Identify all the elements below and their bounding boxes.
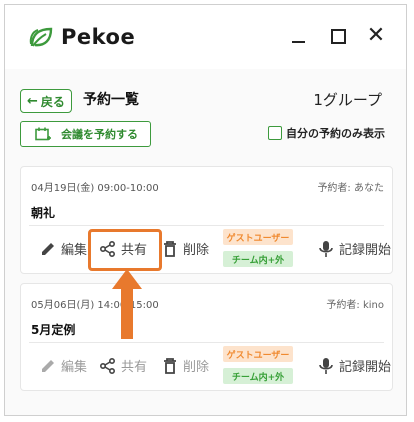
group-count: 1グループ bbox=[313, 91, 382, 109]
edit-label: 編集 bbox=[61, 360, 88, 375]
arrow-up-icon bbox=[112, 269, 142, 339]
calendar-add-icon bbox=[35, 127, 51, 140]
back-button[interactable]: ← 戻る bbox=[20, 89, 72, 113]
close-icon: ✕ bbox=[366, 23, 386, 48]
microphone-icon bbox=[319, 240, 333, 257]
meeting-title: 朝礼 bbox=[31, 206, 56, 220]
own-only-label: 自分の予約のみ表示 bbox=[286, 127, 385, 140]
minimize-icon bbox=[291, 41, 305, 43]
share-icon bbox=[99, 357, 116, 374]
trash-icon bbox=[164, 240, 176, 257]
meeting-card: 05月06日(月) 14:00-15:00 予約者: kino 5月定例 編集 … bbox=[20, 283, 393, 391]
edit-label: 編集 bbox=[61, 243, 88, 258]
leaf-logo-icon bbox=[29, 27, 53, 47]
trash-icon bbox=[164, 357, 176, 374]
delete-button[interactable]: 削除 bbox=[161, 356, 209, 375]
start-recording-label: 記録開始 bbox=[339, 243, 392, 258]
meeting-card: 04月19日(金) 09:00-10:00 予約者: あなた 朝礼 編集 共有 … bbox=[20, 166, 393, 274]
divider bbox=[29, 225, 384, 226]
divider bbox=[29, 342, 384, 343]
arrow-left-icon: ← bbox=[27, 93, 38, 109]
delete-label: 削除 bbox=[183, 360, 210, 375]
pencil-icon bbox=[42, 242, 54, 255]
delete-label: 削除 bbox=[183, 243, 210, 258]
share-button[interactable]: 共有 bbox=[99, 356, 147, 375]
share-button[interactable]: 共有 bbox=[99, 239, 147, 258]
meeting-date: 04月19日(金) 09:00-10:00 bbox=[31, 183, 159, 194]
meeting-owner: 予約者: kino bbox=[326, 300, 384, 311]
microphone-icon bbox=[319, 357, 333, 374]
delete-button[interactable]: 削除 bbox=[161, 239, 209, 258]
start-recording-button[interactable]: 記録開始 bbox=[317, 239, 391, 258]
edit-button[interactable]: 編集 bbox=[39, 356, 87, 375]
app-name: Pekoe bbox=[61, 25, 136, 49]
maximize-button[interactable] bbox=[325, 23, 351, 49]
close-button[interactable]: ✕ bbox=[363, 23, 389, 49]
share-label: 共有 bbox=[121, 243, 148, 258]
page-title: 予約一覧 bbox=[83, 92, 139, 108]
meeting-title: 5月定例 bbox=[31, 323, 76, 337]
edit-button[interactable]: 編集 bbox=[39, 239, 87, 258]
guest-user-badge: ゲストユーザー bbox=[223, 229, 293, 245]
own-only-toggle[interactable]: 自分の予約のみ表示 bbox=[268, 125, 385, 141]
book-meeting-label: 会議を予約する bbox=[61, 128, 138, 141]
book-meeting-button[interactable]: 会議を予約する bbox=[20, 121, 151, 147]
own-only-checkbox[interactable] bbox=[268, 126, 282, 140]
minimize-button[interactable] bbox=[285, 23, 311, 49]
team-badge: チーム内+外 bbox=[223, 251, 293, 267]
start-recording-label: 記録開始 bbox=[339, 360, 392, 375]
team-badge: チーム内+外 bbox=[223, 368, 293, 384]
app-window: Pekoe ✕ ← 戻る 予約一覧 1グループ 会議を予約する 自分の予約のみ表… bbox=[4, 4, 407, 416]
share-icon bbox=[99, 240, 116, 257]
pencil-icon bbox=[42, 359, 54, 372]
start-recording-button[interactable]: 記録開始 bbox=[317, 356, 391, 375]
title-bar: Pekoe ✕ bbox=[5, 5, 406, 69]
meeting-owner: 予約者: あなた bbox=[317, 183, 384, 194]
guest-user-badge: ゲストユーザー bbox=[223, 346, 293, 362]
back-button-label: 戻る bbox=[40, 94, 65, 109]
share-label: 共有 bbox=[121, 360, 148, 375]
app-logo: Pekoe bbox=[29, 25, 135, 49]
maximize-icon bbox=[330, 28, 346, 44]
